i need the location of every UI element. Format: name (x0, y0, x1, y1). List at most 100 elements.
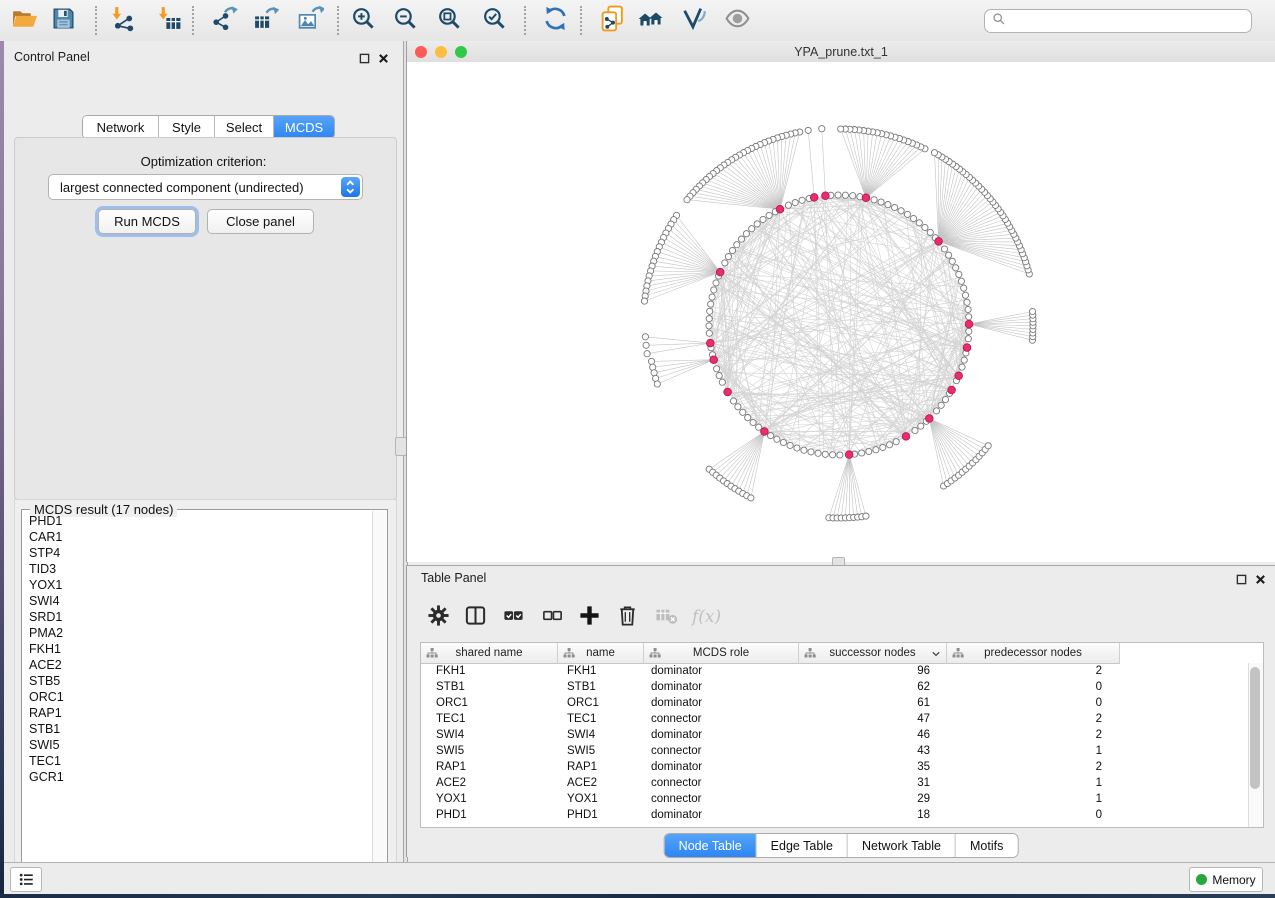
table-cell[interactable]: connector (642, 791, 796, 807)
tab-network[interactable]: Network (83, 116, 159, 138)
table-cell[interactable]: SWI4 (557, 727, 642, 743)
tab-motifs[interactable]: Motifs (956, 834, 1017, 857)
export-table-button[interactable] (247, 4, 283, 37)
table-cell[interactable]: 0 (943, 679, 1115, 695)
add-column-button[interactable] (572, 602, 606, 634)
select-all-button[interactable] (496, 602, 530, 634)
column-header-name[interactable]: name (558, 643, 644, 664)
export-network-button[interactable] (206, 4, 242, 37)
close-table-panel-icon[interactable] (1255, 572, 1266, 590)
mcds-result-item[interactable]: PMA2 (23, 625, 371, 641)
tab-mcds[interactable]: MCDS (274, 116, 334, 138)
table-cell[interactable]: dominator (642, 727, 796, 743)
mcds-result-item[interactable]: TID3 (23, 561, 371, 577)
table-cell[interactable]: PHD1 (557, 807, 642, 823)
table-cell[interactable]: RAP1 (421, 759, 557, 775)
table-cell[interactable]: 31 (796, 775, 943, 791)
table-options-button[interactable] (421, 602, 455, 634)
import-table-button[interactable] (151, 4, 187, 37)
table-cell[interactable]: FKH1 (421, 663, 557, 679)
apply-preferred-layout-button[interactable] (537, 4, 573, 37)
hide-selected-button[interactable] (676, 4, 712, 37)
table-cell[interactable]: 46 (796, 727, 943, 743)
table-cell[interactable]: ACE2 (421, 775, 557, 791)
save-button[interactable] (45, 4, 81, 37)
table-cell[interactable]: dominator (642, 679, 796, 695)
column-header-successor-nodes[interactable]: successor nodes (799, 643, 947, 664)
zoom-fit-button[interactable] (431, 4, 467, 37)
delete-column-button[interactable] (610, 602, 644, 634)
mcds-result-item[interactable]: YOX1 (23, 577, 371, 593)
mcds-result-item[interactable]: ACE2 (23, 657, 371, 673)
table-cell[interactable]: 47 (796, 711, 943, 727)
table-cell[interactable]: 35 (796, 759, 943, 775)
mcds-result-item[interactable]: RAP1 (23, 705, 371, 721)
tab-node-table[interactable]: Node Table (665, 834, 757, 857)
close-panel-button[interactable]: Close panel (207, 209, 314, 234)
export-image-button[interactable] (292, 4, 328, 37)
show-all-button[interactable] (719, 4, 755, 37)
function-builder-button[interactable]: f(x) (690, 602, 724, 634)
table-cell[interactable]: SWI4 (421, 727, 557, 743)
mcds-result-item[interactable]: FKH1 (23, 641, 371, 657)
table-cell[interactable]: RAP1 (557, 759, 642, 775)
zoom-selected-button[interactable] (476, 4, 512, 37)
table-cell[interactable]: PHD1 (421, 807, 557, 823)
float-panel-icon[interactable] (359, 51, 370, 69)
table-cell[interactable]: connector (642, 711, 796, 727)
tab-edge-table[interactable]: Edge Table (757, 834, 848, 857)
network-graph[interactable] (407, 62, 1275, 562)
table-cell[interactable]: 2 (943, 711, 1115, 727)
table-cell[interactable]: 2 (943, 727, 1115, 743)
mcds-result-item[interactable]: ORC1 (23, 689, 371, 705)
table-cell[interactable]: connector (642, 775, 796, 791)
import-network-button[interactable] (104, 4, 140, 37)
mcds-result-scrollbar[interactable] (372, 511, 386, 878)
mcds-result-item[interactable]: GCR1 (23, 769, 371, 785)
table-cell[interactable]: YOX1 (557, 791, 642, 807)
table-cell[interactable]: SWI5 (557, 743, 642, 759)
open-button[interactable] (6, 4, 42, 37)
table-cell[interactable]: TEC1 (557, 711, 642, 727)
table-cell[interactable]: 0 (943, 807, 1115, 823)
column-header-shared-name[interactable]: shared name (421, 643, 558, 664)
panel-menu-button[interactable] (10, 867, 42, 892)
table-cell[interactable]: 18 (796, 807, 943, 823)
run-mcds-button[interactable]: Run MCDS (98, 209, 196, 234)
table-cell[interactable]: STB1 (557, 679, 642, 695)
first-neighbors-button[interactable] (632, 4, 668, 37)
mcds-result-item[interactable]: TEC1 (23, 753, 371, 769)
new-network-from-selection-button[interactable] (594, 4, 630, 37)
table-cell[interactable]: connector (642, 743, 796, 759)
table-scrollbar-track[interactable] (1248, 663, 1263, 827)
mcds-result-item[interactable]: STP4 (23, 545, 371, 561)
close-panel-icon[interactable] (378, 51, 389, 69)
tab-style[interactable]: Style (159, 116, 215, 138)
search-input[interactable] (1010, 13, 1251, 29)
zoom-out-button[interactable] (387, 4, 423, 37)
table-cell[interactable]: dominator (642, 759, 796, 775)
mcds-result-item[interactable]: STB1 (23, 721, 371, 737)
table-cell[interactable]: YOX1 (421, 791, 557, 807)
network-canvas[interactable] (407, 62, 1275, 562)
table-cell[interactable]: 29 (796, 791, 943, 807)
table-cell[interactable]: STB1 (421, 679, 557, 695)
table-cell[interactable]: 1 (943, 775, 1115, 791)
mcds-result-item[interactable]: SWI4 (23, 593, 371, 609)
column-header-MCDS-role[interactable]: MCDS role (644, 643, 799, 664)
table-cell[interactable]: dominator (642, 663, 796, 679)
float-table-panel-icon[interactable] (1236, 572, 1247, 590)
tab-network-table[interactable]: Network Table (848, 834, 956, 857)
table-cell[interactable]: dominator (642, 807, 796, 823)
table-cell[interactable]: 1 (943, 743, 1115, 759)
table-cell[interactable]: 2 (943, 663, 1115, 679)
table-cell[interactable]: dominator (642, 695, 796, 711)
table-cell[interactable]: 1 (943, 791, 1115, 807)
mcds-result-item[interactable]: SRD1 (23, 609, 371, 625)
table-cell[interactable]: 61 (796, 695, 943, 711)
mcds-result-item[interactable]: CAR1 (23, 529, 371, 545)
toggle-panel-view-button[interactable] (458, 602, 492, 634)
deselect-all-button[interactable] (535, 602, 569, 634)
zoom-in-button[interactable] (345, 4, 381, 37)
mcds-result-item[interactable]: SWI5 (23, 737, 371, 753)
